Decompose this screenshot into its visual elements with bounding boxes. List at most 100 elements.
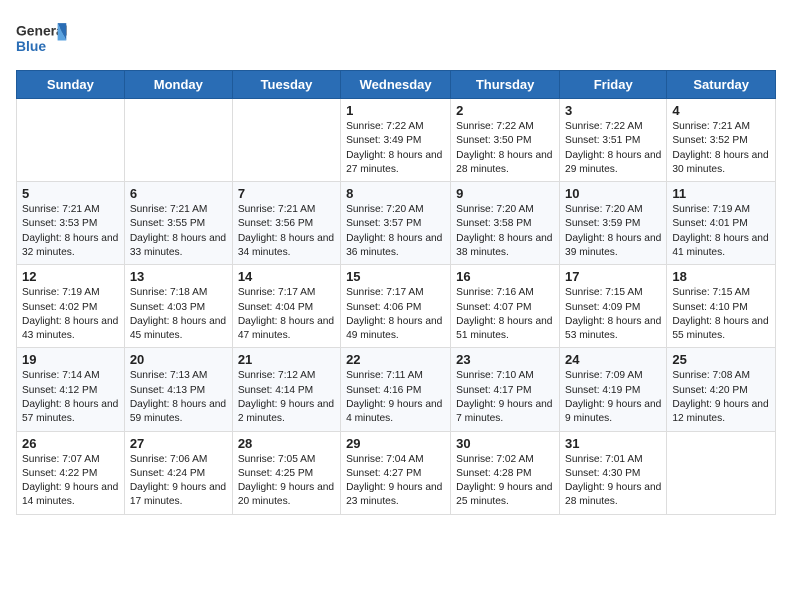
calendar-cell: 1 Sunrise: 7:22 AM Sunset: 3:49 PM Daylig… bbox=[341, 99, 451, 182]
calendar-cell: 30 Sunrise: 7:02 AM Sunset: 4:28 PM Dayli… bbox=[451, 431, 560, 514]
day-number: 2 bbox=[456, 103, 554, 118]
calendar-cell: 10 Sunrise: 7:20 AM Sunset: 3:59 PM Dayli… bbox=[560, 182, 667, 265]
day-info: Sunrise: 7:12 AM Sunset: 4:14 PM Dayligh… bbox=[238, 369, 335, 426]
calendar-cell: 12Sunrise: 7:19 AM Sunset: 4:02 PM Dayli… bbox=[17, 265, 125, 348]
calendar-cell: 24 Sunrise: 7:09 AM Sunset: 4:19 PM Dayli… bbox=[560, 348, 667, 431]
day-number: 27 bbox=[130, 436, 227, 451]
day-number: 14 bbox=[238, 269, 335, 284]
calendar-cell: 9 Sunrise: 7:20 AM Sunset: 3:58 PM Daylig… bbox=[451, 182, 560, 265]
day-info: Sunrise: 7:10 AM Sunset: 4:17 PM Dayligh… bbox=[456, 369, 554, 426]
day-info: Sunrise: 7:22 AM Sunset: 3:49 PM Dayligh… bbox=[346, 120, 445, 177]
calendar-cell bbox=[232, 99, 340, 182]
day-number: 19 bbox=[22, 352, 119, 367]
day-info: Sunrise: 7:02 AM Sunset: 4:28 PM Dayligh… bbox=[456, 453, 554, 510]
day-info: Sunrise: 7:20 AM Sunset: 3:58 PM Dayligh… bbox=[456, 203, 554, 260]
day-info: Sunrise: 7:07 AM Sunset: 4:22 PM Dayligh… bbox=[22, 453, 119, 510]
calendar-cell: 22 Sunrise: 7:11 AM Sunset: 4:16 PM Dayli… bbox=[341, 348, 451, 431]
calendar-week-row: 12Sunrise: 7:19 AM Sunset: 4:02 PM Dayli… bbox=[17, 265, 776, 348]
calendar-cell: 5 Sunrise: 7:21 AM Sunset: 3:53 PM Daylig… bbox=[17, 182, 125, 265]
day-number: 24 bbox=[565, 352, 661, 367]
calendar-week-row: 19Sunrise: 7:14 AM Sunset: 4:12 PM Dayli… bbox=[17, 348, 776, 431]
calendar-cell: 16Sunrise: 7:16 AM Sunset: 4:07 PM Dayli… bbox=[451, 265, 560, 348]
day-number: 5 bbox=[22, 186, 119, 201]
calendar-cell bbox=[667, 431, 776, 514]
day-of-week-header: Sunday bbox=[17, 71, 125, 99]
day-info: Sunrise: 7:15 AM Sunset: 4:09 PM Dayligh… bbox=[565, 286, 661, 343]
day-of-week-header: Thursday bbox=[451, 71, 560, 99]
day-info: Sunrise: 7:05 AM Sunset: 4:25 PM Dayligh… bbox=[238, 453, 335, 510]
day-info: Sunrise: 7:17 AM Sunset: 4:06 PM Dayligh… bbox=[346, 286, 445, 343]
day-of-week-header: Saturday bbox=[667, 71, 776, 99]
day-number: 18 bbox=[672, 269, 770, 284]
day-number: 30 bbox=[456, 436, 554, 451]
calendar-week-row: 5 Sunrise: 7:21 AM Sunset: 3:53 PM Daylig… bbox=[17, 182, 776, 265]
day-number: 28 bbox=[238, 436, 335, 451]
calendar-cell: 29 Sunrise: 7:04 AM Sunset: 4:27 PM Dayli… bbox=[341, 431, 451, 514]
calendar-cell: 21 Sunrise: 7:12 AM Sunset: 4:14 PM Dayli… bbox=[232, 348, 340, 431]
day-of-week-header: Monday bbox=[124, 71, 232, 99]
day-info: Sunrise: 7:09 AM Sunset: 4:19 PM Dayligh… bbox=[565, 369, 661, 426]
calendar-week-row: 26 Sunrise: 7:07 AM Sunset: 4:22 PM Dayli… bbox=[17, 431, 776, 514]
day-number: 29 bbox=[346, 436, 445, 451]
day-info: Sunrise: 7:21 AM Sunset: 3:53 PM Dayligh… bbox=[22, 203, 119, 260]
day-number: 31 bbox=[565, 436, 661, 451]
day-info: Sunrise: 7:04 AM Sunset: 4:27 PM Dayligh… bbox=[346, 453, 445, 510]
day-number: 1 bbox=[346, 103, 445, 118]
day-info: Sunrise: 7:13 AM Sunset: 4:13 PM Dayligh… bbox=[130, 369, 227, 426]
day-info: Sunrise: 7:22 AM Sunset: 3:50 PM Dayligh… bbox=[456, 120, 554, 177]
calendar-cell: 6 Sunrise: 7:21 AM Sunset: 3:55 PM Daylig… bbox=[124, 182, 232, 265]
day-info: Sunrise: 7:17 AM Sunset: 4:04 PM Dayligh… bbox=[238, 286, 335, 343]
day-number: 10 bbox=[565, 186, 661, 201]
calendar-cell: 3 Sunrise: 7:22 AM Sunset: 3:51 PM Daylig… bbox=[560, 99, 667, 182]
calendar-cell: 15 Sunrise: 7:17 AM Sunset: 4:06 PM Dayli… bbox=[341, 265, 451, 348]
day-info: Sunrise: 7:22 AM Sunset: 3:51 PM Dayligh… bbox=[565, 120, 661, 177]
calendar-cell: 23 Sunrise: 7:10 AM Sunset: 4:17 PM Dayli… bbox=[451, 348, 560, 431]
calendar-header-row: SundayMondayTuesdayWednesdayThursdayFrid… bbox=[17, 71, 776, 99]
calendar-cell: 31 Sunrise: 7:01 AM Sunset: 4:30 PM Dayli… bbox=[560, 431, 667, 514]
calendar-cell: 17Sunrise: 7:15 AM Sunset: 4:09 PM Dayli… bbox=[560, 265, 667, 348]
day-number: 26 bbox=[22, 436, 119, 451]
calendar-cell: 20 Sunrise: 7:13 AM Sunset: 4:13 PM Dayli… bbox=[124, 348, 232, 431]
calendar-cell: 4 Sunrise: 7:21 AM Sunset: 3:52 PM Daylig… bbox=[667, 99, 776, 182]
logo: General Blue bbox=[16, 16, 68, 58]
day-info: Sunrise: 7:21 AM Sunset: 3:55 PM Dayligh… bbox=[130, 203, 227, 260]
calendar-week-row: 1 Sunrise: 7:22 AM Sunset: 3:49 PM Daylig… bbox=[17, 99, 776, 182]
day-of-week-header: Friday bbox=[560, 71, 667, 99]
day-number: 6 bbox=[130, 186, 227, 201]
day-info: Sunrise: 7:11 AM Sunset: 4:16 PM Dayligh… bbox=[346, 369, 445, 426]
calendar-cell: 27Sunrise: 7:06 AM Sunset: 4:24 PM Dayli… bbox=[124, 431, 232, 514]
day-info: Sunrise: 7:19 AM Sunset: 4:01 PM Dayligh… bbox=[672, 203, 770, 260]
day-number: 21 bbox=[238, 352, 335, 367]
day-number: 8 bbox=[346, 186, 445, 201]
day-number: 25 bbox=[672, 352, 770, 367]
day-info: Sunrise: 7:01 AM Sunset: 4:30 PM Dayligh… bbox=[565, 453, 661, 510]
calendar-cell: 25 Sunrise: 7:08 AM Sunset: 4:20 PM Dayli… bbox=[667, 348, 776, 431]
day-info: Sunrise: 7:21 AM Sunset: 3:56 PM Dayligh… bbox=[238, 203, 335, 260]
day-info: Sunrise: 7:18 AM Sunset: 4:03 PM Dayligh… bbox=[130, 286, 227, 343]
calendar-cell: 7 Sunrise: 7:21 AM Sunset: 3:56 PM Daylig… bbox=[232, 182, 340, 265]
day-number: 22 bbox=[346, 352, 445, 367]
day-number: 23 bbox=[456, 352, 554, 367]
day-info: Sunrise: 7:08 AM Sunset: 4:20 PM Dayligh… bbox=[672, 369, 770, 426]
day-number: 9 bbox=[456, 186, 554, 201]
day-of-week-header: Tuesday bbox=[232, 71, 340, 99]
svg-text:Blue: Blue bbox=[16, 38, 46, 54]
day-number: 7 bbox=[238, 186, 335, 201]
calendar-cell bbox=[124, 99, 232, 182]
day-number: 15 bbox=[346, 269, 445, 284]
calendar-cell: 2 Sunrise: 7:22 AM Sunset: 3:50 PM Daylig… bbox=[451, 99, 560, 182]
day-info: Sunrise: 7:21 AM Sunset: 3:52 PM Dayligh… bbox=[672, 120, 770, 177]
day-number: 20 bbox=[130, 352, 227, 367]
page-header: General Blue bbox=[16, 16, 776, 58]
calendar-cell: 13Sunrise: 7:18 AM Sunset: 4:03 PM Dayli… bbox=[124, 265, 232, 348]
generalblue-logo-icon: General Blue bbox=[16, 16, 68, 58]
day-info: Sunrise: 7:20 AM Sunset: 3:59 PM Dayligh… bbox=[565, 203, 661, 260]
day-info: Sunrise: 7:20 AM Sunset: 3:57 PM Dayligh… bbox=[346, 203, 445, 260]
day-number: 4 bbox=[672, 103, 770, 118]
calendar-cell: 11Sunrise: 7:19 AM Sunset: 4:01 PM Dayli… bbox=[667, 182, 776, 265]
day-info: Sunrise: 7:16 AM Sunset: 4:07 PM Dayligh… bbox=[456, 286, 554, 343]
calendar-cell: 28 Sunrise: 7:05 AM Sunset: 4:25 PM Dayli… bbox=[232, 431, 340, 514]
day-number: 3 bbox=[565, 103, 661, 118]
calendar-cell: 26 Sunrise: 7:07 AM Sunset: 4:22 PM Dayli… bbox=[17, 431, 125, 514]
calendar-cell bbox=[17, 99, 125, 182]
